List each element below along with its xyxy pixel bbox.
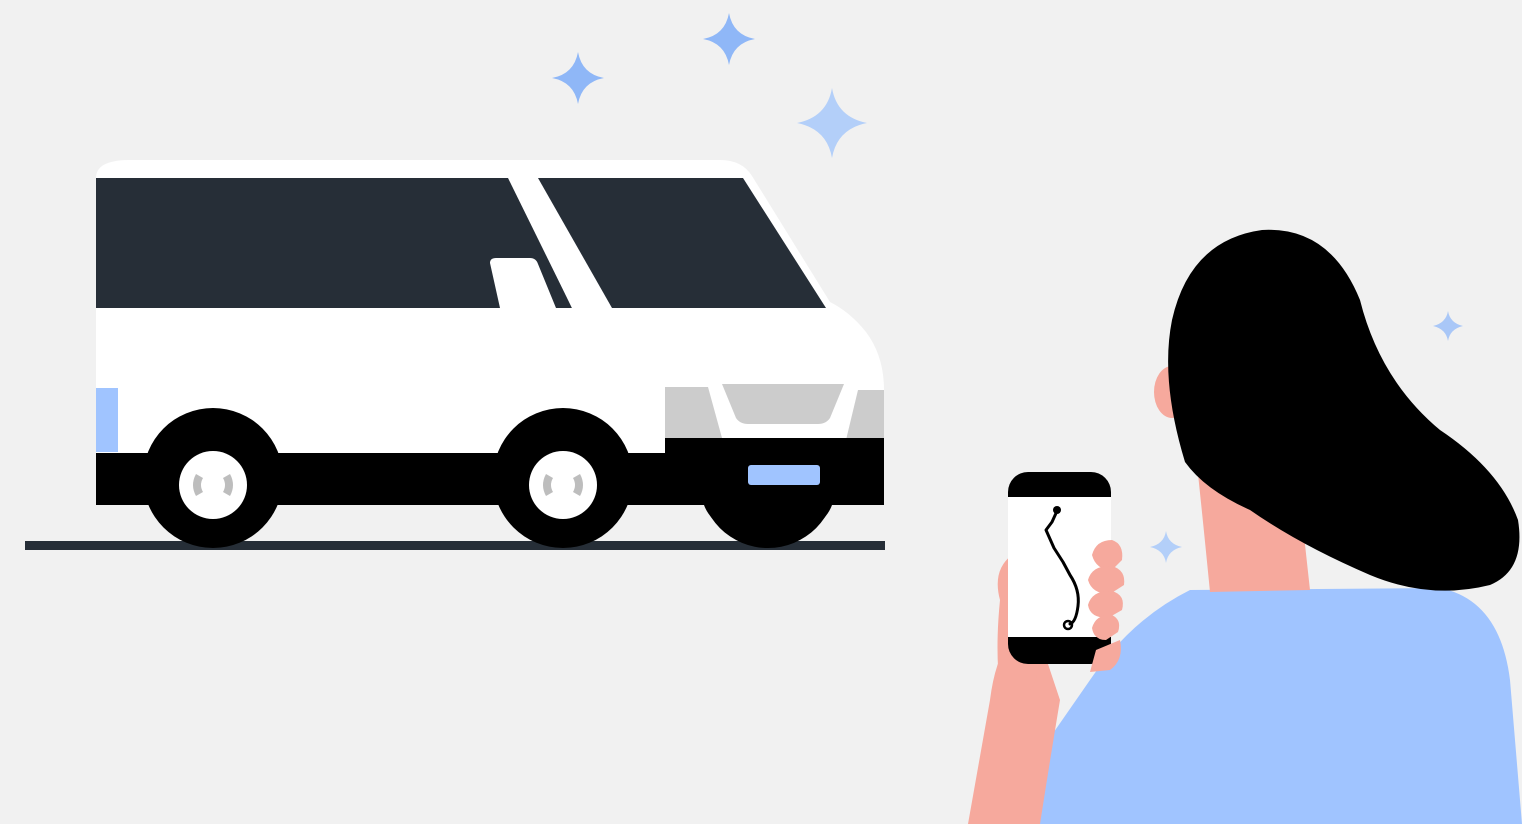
illustration-scene <box>25 13 1522 824</box>
van-license-plate <box>748 465 820 485</box>
sparkle-icon <box>703 13 755 65</box>
sparkle-icon <box>797 88 867 158</box>
van-rear-wheel <box>143 408 283 548</box>
woman <box>968 229 1522 824</box>
van-grille <box>722 384 844 424</box>
sparkle-icon <box>1433 311 1463 341</box>
van-rear-light <box>96 388 118 452</box>
van-middle-wheel <box>493 408 633 548</box>
sparkle-icon <box>1150 531 1182 563</box>
sparkle-icon <box>552 52 604 104</box>
van <box>96 160 884 548</box>
phone-screen <box>1008 497 1111 637</box>
